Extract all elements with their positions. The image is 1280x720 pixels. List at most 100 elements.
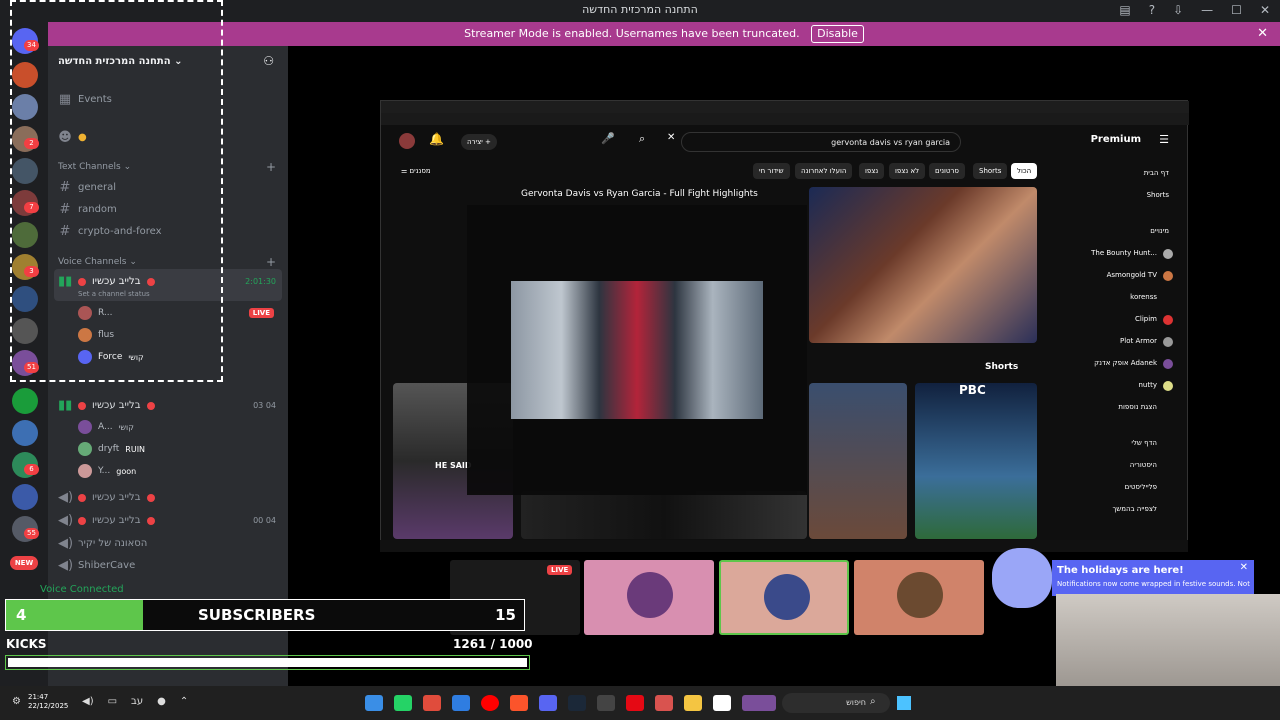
server-icon[interactable]: [12, 420, 38, 446]
mic-icon[interactable]: ●: [157, 696, 166, 707]
discord-icon[interactable]: [539, 695, 557, 711]
brave-icon[interactable]: [510, 695, 528, 711]
language-indicator[interactable]: עב: [131, 696, 143, 707]
app-icon[interactable]: [597, 695, 615, 711]
app-icon[interactable]: [423, 695, 441, 711]
nav-history[interactable]: היסטוריה: [1130, 461, 1157, 469]
chip-all[interactable]: הכול: [1011, 163, 1038, 179]
sub-channel[interactable]: אופק אדנק Adanek: [1094, 359, 1157, 367]
chip-recent[interactable]: הועלו לאחרונה: [795, 163, 853, 179]
network-icon[interactable]: ▭: [108, 696, 117, 707]
voice-channel-2[interactable]: ▮▮ בלייב עכשיו: [58, 398, 155, 413]
voice-timer: 2:01:30: [245, 277, 276, 286]
close-icon[interactable]: ✕: [1257, 22, 1268, 46]
channel-label: בלייב עכשיו: [92, 492, 141, 503]
sub-channel[interactable]: Plot Armor: [1120, 337, 1157, 345]
help-icon[interactable]: ?: [1149, 3, 1155, 17]
tray-chevron-icon[interactable]: ⌃: [180, 696, 188, 707]
chip-unwatched[interactable]: לא נצפו: [889, 163, 926, 179]
close-window-button[interactable]: ✕: [1260, 3, 1270, 17]
voice-channel-3[interactable]: ◀) בלייב עכשיו: [58, 490, 155, 505]
sub-channel[interactable]: The Bounty Hunt...: [1091, 249, 1157, 257]
youtube-logo[interactable]: Premium: [1091, 134, 1141, 145]
settings-icon[interactable]: ⚙: [12, 696, 21, 707]
nav-watch-later[interactable]: לצפייה בהמשך: [1112, 505, 1157, 513]
user-name: A...: [98, 422, 113, 432]
close-icon[interactable]: ✕: [1240, 562, 1248, 573]
voice-channel-6[interactable]: ◀) ShiberCave: [58, 558, 135, 573]
folder-icon[interactable]: [684, 695, 702, 711]
voice-timer: 03 04: [253, 401, 276, 410]
user-card[interactable]: [854, 560, 984, 635]
sub-channel[interactable]: Clipim: [1135, 315, 1157, 323]
add-channel-icon[interactable]: +: [266, 160, 276, 174]
taskbar-clock[interactable]: 21:47 22/12/2025: [28, 693, 68, 711]
voice-channel-5[interactable]: ◀) הסאונה של יקיר: [58, 536, 147, 551]
user-card[interactable]: [584, 560, 714, 635]
chip-watched[interactable]: נצפו: [859, 163, 885, 179]
nav-home[interactable]: דף הבית: [1144, 169, 1169, 177]
channel-avatar: [1163, 359, 1173, 369]
shorts-thumbnail[interactable]: PBC: [915, 383, 1037, 539]
nav-playlists[interactable]: פלייליסטים: [1125, 483, 1157, 491]
spiderman-image: [511, 281, 763, 419]
search-icon[interactable]: ⌕: [639, 132, 645, 146]
app-icon[interactable]: [365, 695, 383, 711]
windows-start-icon[interactable]: [897, 696, 911, 710]
you-header[interactable]: הדף שלי: [1131, 439, 1157, 447]
app-icon[interactable]: [742, 695, 776, 711]
netflix-icon[interactable]: [626, 695, 644, 711]
channel-avatar: [1163, 249, 1173, 259]
clock-date: 22/12/2025: [28, 702, 69, 710]
video-thumbnail[interactable]: [809, 187, 1037, 343]
sub-channel[interactable]: nutty: [1138, 381, 1157, 389]
streamer-mode-banner: Streamer Mode is enabled. Usernames have…: [48, 22, 1280, 46]
chip-videos[interactable]: סרטונים: [929, 163, 965, 179]
shorts-thumbnail[interactable]: [809, 383, 907, 539]
search-input[interactable]: gervonta davis vs ryan garcia: [681, 132, 961, 152]
account-avatar[interactable]: [399, 133, 415, 149]
menu-icon[interactable]: ☰: [1159, 133, 1169, 146]
channel-avatar: [1163, 271, 1173, 281]
channel-avatar: [1163, 381, 1173, 391]
nav-shorts[interactable]: Shorts: [1147, 191, 1169, 199]
video-title[interactable]: Gervonta Davis vs Ryan Garcia - Full Fig…: [521, 189, 758, 199]
shorts-row[interactable]: [521, 491, 807, 539]
filters-button[interactable]: ⚌ מסננים: [401, 167, 431, 175]
voice-user[interactable]: Y... goon: [78, 464, 136, 478]
chip-shorts[interactable]: Shorts: [973, 163, 1008, 179]
voice-user[interactable]: A... קושי: [78, 420, 134, 434]
mic-icon[interactable]: 🎤: [601, 132, 615, 145]
app-icon[interactable]: [713, 695, 731, 711]
add-channel-icon[interactable]: +: [266, 255, 276, 269]
voice-channel-4[interactable]: ◀) בלייב עכשיו: [58, 513, 155, 528]
app-icon[interactable]: [655, 695, 673, 711]
maximize-button[interactable]: ☐: [1231, 3, 1242, 17]
clear-search-icon[interactable]: ✕: [667, 132, 675, 143]
disable-streamer-button[interactable]: Disable: [811, 25, 864, 43]
notifications-icon[interactable]: 🔔: [429, 132, 444, 146]
notification-body: Notifications now come wrapped in festiv…: [1057, 580, 1250, 588]
chip-live[interactable]: שידור חי: [753, 163, 790, 179]
youtube-icon[interactable]: [481, 695, 499, 711]
download-icon[interactable]: ⇩: [1173, 3, 1183, 17]
inbox-icon[interactable]: ▤: [1119, 3, 1130, 17]
sub-channel[interactable]: korenss: [1130, 293, 1157, 301]
show-more[interactable]: הצגת נוספות: [1118, 403, 1157, 411]
minimize-button[interactable]: —: [1201, 3, 1213, 17]
voice-user[interactable]: dryft RUIN: [78, 442, 145, 456]
volume-icon[interactable]: ◀): [82, 696, 94, 707]
server-icon[interactable]: [12, 388, 38, 414]
holiday-notification[interactable]: The holidays are here! Notifications now…: [1052, 560, 1254, 596]
add-member-icon[interactable]: ⚇: [263, 54, 274, 68]
user-card-speaking[interactable]: [719, 560, 849, 635]
subscriptions-header[interactable]: מינויים: [1150, 227, 1169, 235]
live-dot-icon: [78, 493, 86, 502]
avatar: [897, 572, 943, 618]
sub-channel[interactable]: Asmongold TV: [1107, 271, 1157, 279]
steam-icon[interactable]: [568, 695, 586, 711]
app-icon[interactable]: [452, 695, 470, 711]
create-button[interactable]: יצירה +: [461, 134, 497, 150]
server-icon[interactable]: [12, 484, 38, 510]
whatsapp-icon[interactable]: [394, 695, 412, 711]
